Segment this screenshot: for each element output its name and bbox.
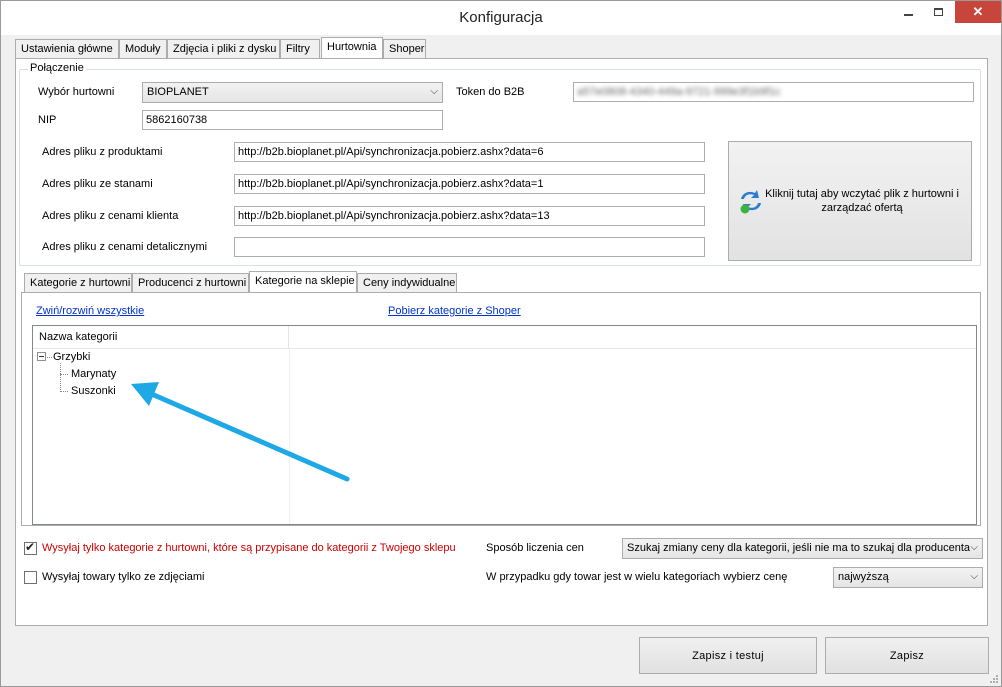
tree-node-root[interactable]: Grzybki — [53, 351, 90, 363]
send-only-with-photos-checkbox[interactable] — [24, 571, 37, 584]
close-button[interactable]: ✕ — [955, 1, 1001, 23]
nip-label: NIP — [38, 114, 57, 126]
retail-prices-url-label: Adres pliku z cenami detalicznymi — [42, 241, 208, 253]
save-and-test-button[interactable]: Zapisz i testuj — [639, 637, 817, 674]
title-bar: Konfiguracja ✕ — [1, 1, 1001, 35]
hurtownia-panel: Połączenie Wybór hurtowni BIOPLANET ⌵ To… — [15, 58, 988, 626]
price-method-label: Sposób liczenia cen — [486, 542, 584, 554]
collapse-expand-all-link[interactable]: Zwiń/rozwiń wszystkie — [36, 305, 144, 317]
multi-category-price-value: najwyższą — [838, 571, 889, 583]
category-tree[interactable]: Nazwa kategorii Grzybki Marynaty Suszonk… — [32, 325, 977, 525]
products-url-value: http://b2b.bioplanet.pl/Api/synchronizac… — [238, 146, 544, 158]
tree-connector — [47, 357, 52, 358]
tab-shoper[interactable]: Shoper — [383, 39, 426, 58]
connection-group-title: Połączenie — [28, 62, 86, 74]
load-wholesaler-file-button[interactable]: Kliknij tutaj aby wczytać plik z hurtown… — [728, 141, 972, 261]
tab-ustawienia-glowne[interactable]: Ustawienia główne — [15, 39, 119, 58]
close-icon: ✕ — [972, 4, 984, 19]
price-method-value: Szukaj zmiany ceny dla kategorii, jeśli … — [627, 542, 971, 554]
nip-value: 5862160738 — [146, 114, 208, 126]
refresh-arrows-icon — [740, 190, 761, 214]
maximize-icon — [933, 8, 943, 16]
column-header-category-name[interactable]: Nazwa kategorii — [33, 326, 289, 349]
multi-category-price-select[interactable]: najwyższą ⌵ — [833, 567, 983, 588]
products-url-label: Adres pliku z produktami — [42, 146, 163, 158]
minimize-button[interactable] — [893, 1, 923, 23]
send-only-assigned-checkbox[interactable] — [24, 540, 37, 555]
window-title: Konfiguracja — [459, 9, 543, 26]
tree-connector — [60, 363, 61, 392]
multi-category-price-label: W przypadku gdy towar jest w wielu kateg… — [486, 571, 788, 583]
collapse-toggle-icon[interactable] — [37, 352, 46, 361]
token-label: Token do B2B — [456, 86, 525, 98]
token-field[interactable]: a57e0808-4340-449a-9721-999e3f1b9f1c — [573, 82, 974, 102]
chevron-down-icon: ⌵ — [970, 571, 978, 582]
stock-url-field[interactable]: http://b2b.bioplanet.pl/Api/synchronizac… — [234, 174, 705, 194]
subtab-ceny-indywidualne[interactable]: Ceny indywidualne — [357, 273, 457, 292]
resize-grip-icon[interactable] — [989, 674, 999, 684]
tree-node-child[interactable]: Suszonki — [71, 385, 116, 397]
shop-categories-panel: Zwiń/rozwiń wszystkie Pobierz kategorie … — [21, 292, 981, 526]
client-prices-url-value: http://b2b.bioplanet.pl/Api/synchronizac… — [238, 210, 550, 222]
minimize-icon — [903, 14, 913, 16]
chevron-down-icon: ⌵ — [430, 86, 438, 97]
tab-zdjecia[interactable]: Zdjęcia i pliki z dysku — [167, 39, 280, 58]
maximize-button[interactable] — [923, 1, 953, 23]
client-prices-url-label: Adres pliku z cenami klienta — [42, 210, 179, 222]
client-prices-url-field[interactable]: http://b2b.bioplanet.pl/Api/synchronizac… — [234, 206, 705, 226]
wholesaler-label: Wybór hurtowni — [38, 86, 115, 98]
subtab-producenci[interactable]: Producenci z hurtowni — [132, 273, 249, 292]
subtab-kategorie-z-hurtowni[interactable]: Kategorie z hurtowni — [24, 273, 132, 292]
stock-url-value: http://b2b.bioplanet.pl/Api/synchronizac… — [238, 178, 544, 190]
tree-header: Nazwa kategorii — [33, 326, 976, 349]
wholesaler-value: BIOPLANET — [147, 86, 209, 98]
tab-hurtownia[interactable]: Hurtownia — [321, 37, 383, 58]
tab-moduly[interactable]: Moduły — [119, 39, 167, 58]
config-window: Konfiguracja ✕ Ustawienia główne Moduły … — [0, 0, 1002, 687]
retail-prices-url-field[interactable] — [234, 237, 705, 257]
chevron-down-icon: ⌵ — [970, 542, 978, 553]
load-wholesaler-file-label: Kliknij tutaj aby wczytać plik z hurtown… — [765, 188, 959, 214]
tree-node-child[interactable]: Marynaty — [71, 368, 116, 380]
save-button[interactable]: Zapisz — [825, 637, 989, 674]
nip-field[interactable]: 5862160738 — [142, 110, 443, 130]
tab-filtry[interactable]: Filtry — [280, 39, 320, 58]
wholesaler-select[interactable]: BIOPLANET ⌵ — [142, 82, 443, 103]
token-value: a57e0808-4340-449a-9721-999e3f1b9f1c — [577, 86, 781, 98]
annotation-arrow-icon — [131, 382, 350, 482]
subtab-kategorie-na-sklepie[interactable]: Kategorie na sklepie — [249, 271, 357, 292]
send-only-assigned-label: Wysyłaj tylko kategorie z hurtowni, któr… — [42, 542, 456, 554]
stock-url-label: Adres pliku ze stanami — [42, 178, 153, 190]
products-url-field[interactable]: http://b2b.bioplanet.pl/Api/synchronizac… — [234, 142, 705, 162]
tree-connector — [60, 374, 68, 375]
price-method-select[interactable]: Szukaj zmiany ceny dla kategorii, jeśli … — [622, 538, 983, 559]
fetch-shoper-categories-link[interactable]: Pobierz kategorie z Shoper — [388, 305, 521, 317]
send-only-with-photos-label: Wysyłaj towary tylko ze zdjęciami — [42, 571, 205, 583]
tree-connector — [60, 391, 68, 392]
